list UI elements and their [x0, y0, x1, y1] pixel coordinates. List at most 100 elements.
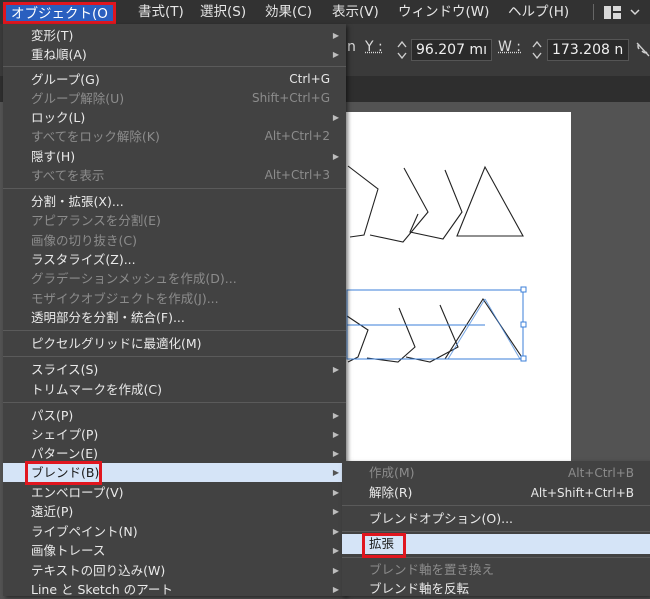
link-proportions-icon[interactable]: [636, 42, 650, 61]
menu-item-label: トリムマークを作成(C): [31, 382, 162, 397]
submenu-arrow-icon: ▶: [332, 31, 339, 40]
menu-window[interactable]: ウィンドウ(W): [398, 0, 489, 24]
menu-separator: [342, 505, 650, 506]
menu-item-label: 解除(R): [369, 485, 413, 500]
menu-view[interactable]: 表示(V): [332, 0, 379, 24]
menu-item-text-wrap[interactable]: テキストの回り込み(W) ▶: [3, 561, 346, 580]
blend-highlight-box: [25, 461, 102, 485]
object-menu: 変形(T) ▶ 重ね順(A) ▶ グループ(G) Ctrl+G グループ解除(U) Sh…: [3, 24, 346, 599]
y-label: Y :: [365, 39, 383, 55]
menu-item-label: 隠す(H): [31, 149, 76, 164]
menu-select[interactable]: 選択(S): [200, 0, 246, 24]
submenu-arrow-icon: ▶: [332, 546, 339, 555]
menubar-divider: [593, 4, 594, 20]
menu-item-arrange[interactable]: 重ね順(A) ▶: [3, 45, 346, 64]
menu-item-crop-image[interactable]: 画像の切り抜き(C): [3, 231, 346, 250]
menu-item-label: エンベロープ(V): [31, 485, 124, 500]
menu-item-live-paint[interactable]: ライブペイント(N) ▶: [3, 522, 346, 541]
menu-item-shortcut: Ctrl+G: [289, 72, 330, 86]
workspace-switcher-icon[interactable]: [604, 6, 644, 22]
menu-item-label: Line と Sketch のアート: [31, 582, 173, 597]
menu-item-show-all[interactable]: すべてを表示 Alt+Ctrl+3: [3, 166, 346, 185]
menu-item-label: すべてを表示: [31, 168, 105, 183]
menu-item-trim-marks[interactable]: トリムマークを作成(C): [3, 380, 346, 399]
menu-item-hide[interactable]: 隠す(H) ▶: [3, 147, 346, 166]
menu-item-label: 重ね順(A): [31, 47, 87, 62]
menu-help[interactable]: ヘルプ(H): [508, 0, 569, 24]
menu-item-label: ブレンドオプション(O)...: [369, 511, 514, 526]
menu-item-shortcut: Alt+Ctrl+3: [264, 168, 330, 182]
menu-item-label: グループ(G): [31, 72, 100, 87]
menu-item-label: スライス(S): [31, 362, 99, 377]
menu-item-label: ライブペイント(N): [31, 524, 138, 539]
submenu-arrow-icon: ▶: [332, 152, 339, 161]
menu-separator: [342, 531, 650, 532]
submenu-item-reverse-spine[interactable]: ブレンド軸を反転: [342, 579, 650, 599]
submenu-arrow-icon: ▶: [332, 488, 339, 497]
menu-item-label: テキストの回り込み(W): [31, 563, 166, 578]
menu-item-label: ブレンド軸を反転: [369, 581, 470, 596]
menu-item-perspective[interactable]: 遠近(P) ▶: [3, 502, 346, 521]
menu-separator: [3, 330, 346, 331]
submenu-item-make[interactable]: 作成(M) Alt+Ctrl+B: [342, 463, 650, 483]
menu-object[interactable]: オブジェクト(O: [3, 2, 116, 24]
y-stepper-icon[interactable]: [395, 39, 409, 61]
submenu-arrow-icon: ▶: [332, 430, 339, 439]
menu-item-label: 画像の切り抜き(C): [31, 233, 137, 248]
menu-item-image-trace[interactable]: 画像トレース ▶: [3, 541, 346, 560]
menu-item-envelope[interactable]: エンベロープ(V) ▶: [3, 483, 346, 502]
w-stepper-icon[interactable]: [530, 39, 544, 61]
menu-item-flatten-transparency[interactable]: 透明部分を分割・統合(F)...: [3, 308, 346, 327]
menu-item-unlock-all[interactable]: すべてをロック解除(K) Alt+Ctrl+2: [3, 127, 346, 146]
menu-item-path[interactable]: パス(P) ▶: [3, 406, 346, 425]
y-field[interactable]: 96.207 mı: [411, 39, 492, 61]
menu-item-rasterize[interactable]: ラスタライズ(Z)...: [3, 250, 346, 269]
menu-separator: [3, 66, 346, 67]
menu-bar: オブジェクト(O 書式(T) 選択(S) 効果(C) 表示(V) ウィンドウ(W…: [0, 0, 650, 24]
menu-item-label: ロック(L): [31, 110, 86, 125]
menu-item-line-sketch[interactable]: Line と Sketch のアート ▶: [3, 580, 346, 599]
menu-item-shape[interactable]: シェイプ(P) ▶: [3, 425, 346, 444]
expand-highlight-box: [362, 533, 406, 558]
menu-item-label: 変形(T): [31, 28, 74, 43]
submenu-arrow-icon: ▶: [332, 527, 339, 536]
menu-item-label: ブレンド軸を置き換え: [369, 562, 495, 577]
submenu-item-release[interactable]: 解除(R) Alt+Shift+Ctrl+B: [342, 483, 650, 503]
menu-item-label: グループ解除(U): [31, 91, 125, 106]
menu-item-label: 画像トレース: [31, 543, 106, 558]
w-label: W :: [498, 39, 522, 55]
menu-item-ungroup[interactable]: グループ解除(U) Shift+Ctrl+G: [3, 89, 346, 108]
w-field[interactable]: 173.208 n: [547, 39, 629, 61]
menu-item-group[interactable]: グループ(G) Ctrl+G: [3, 70, 346, 89]
submenu-arrow-icon: ▶: [332, 507, 339, 516]
menu-item-pixel-grid[interactable]: ピクセルグリッドに最適化(M): [3, 334, 346, 353]
menu-item-label: すべてをロック解除(K): [31, 129, 160, 144]
menu-item-transform[interactable]: 変形(T) ▶: [3, 26, 346, 45]
menu-item-shortcut: Alt+Ctrl+B: [568, 466, 634, 480]
menu-effect[interactable]: 効果(C): [265, 0, 312, 24]
menu-type[interactable]: 書式(T): [138, 0, 184, 24]
menu-item-label: グラデーションメッシュを作成(D)...: [31, 271, 237, 286]
submenu-arrow-icon: ▶: [332, 113, 339, 122]
submenu-arrow-icon: ▶: [332, 365, 339, 374]
menu-item-expand[interactable]: 分割・拡張(X)...: [3, 192, 346, 211]
submenu-item-blend-options[interactable]: ブレンドオプション(O)...: [342, 509, 650, 529]
menu-item-slice[interactable]: スライス(S) ▶: [3, 360, 346, 379]
menu-item-label: パス(P): [31, 408, 74, 423]
menu-item-gradient-mesh[interactable]: グラデーションメッシュを作成(D)...: [3, 269, 346, 288]
blend-bottom-row: [346, 297, 525, 363]
menu-item-expand-appearance[interactable]: アピアランスを分割(E): [3, 211, 346, 230]
submenu-arrow-icon: ▶: [332, 411, 339, 420]
menu-item-lock[interactable]: ロック(L) ▶: [3, 108, 346, 127]
submenu-arrow-icon: ▶: [332, 468, 339, 477]
menu-item-label: 透明部分を分割・統合(F)...: [31, 310, 185, 325]
menu-item-label: モザイクオブジェクトを作成(J)...: [31, 291, 219, 306]
menu-item-mosaic[interactable]: モザイクオブジェクトを作成(J)...: [3, 289, 346, 308]
menu-item-label: シェイプ(P): [31, 427, 99, 442]
selection-bounding-box: [346, 286, 527, 362]
submenu-arrow-icon: ▶: [332, 566, 339, 575]
submenu-item-replace-spine[interactable]: ブレンド軸を置き換え: [342, 560, 650, 580]
menu-item-shortcut: Shift+Ctrl+G: [251, 91, 330, 105]
menu-separator: [3, 402, 346, 403]
menu-item-label: アピアランスを分割(E): [31, 213, 161, 228]
